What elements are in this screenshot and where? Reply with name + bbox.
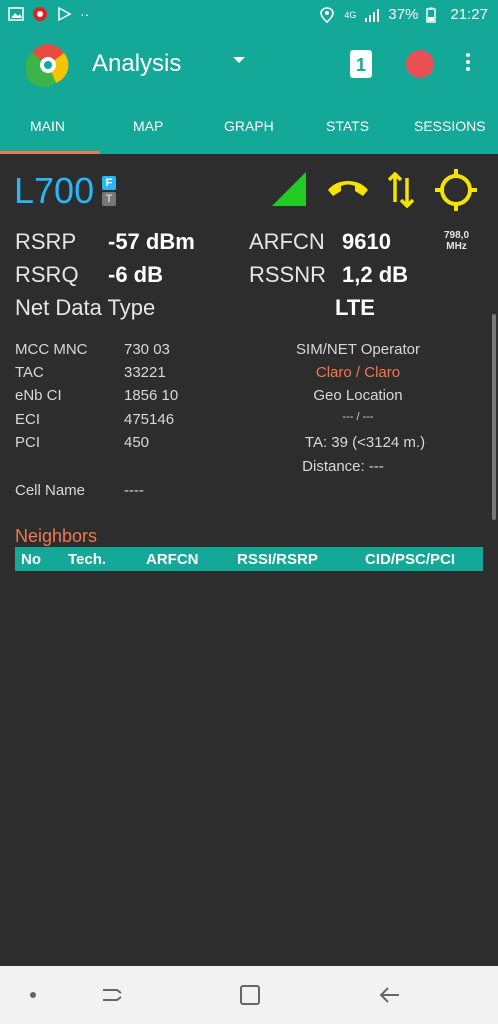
pci-value: 450 bbox=[124, 434, 150, 451]
frequency-value: 798,0 bbox=[444, 230, 470, 241]
home-icon[interactable] bbox=[235, 980, 265, 1010]
ft-badges: F T bbox=[102, 176, 116, 208]
app-logo-icon bbox=[24, 43, 70, 88]
play-store-icon bbox=[56, 6, 72, 22]
badge-f: F bbox=[102, 176, 116, 190]
locate-icon[interactable] bbox=[434, 168, 478, 217]
frequency: 798,0 MHz bbox=[444, 230, 469, 252]
rssnr-value: 1,2 dB bbox=[342, 262, 409, 287]
distance: Distance: --- bbox=[302, 458, 384, 475]
back-icon[interactable] bbox=[375, 980, 405, 1010]
eci-label: ECI bbox=[15, 411, 41, 428]
frequency-unit: MHz bbox=[446, 241, 467, 252]
mcc-mnc-value: 730 03 bbox=[124, 341, 170, 358]
tab-graph[interactable]: GRAPH bbox=[224, 118, 274, 134]
tab-map[interactable]: MAP bbox=[133, 118, 163, 134]
cell-name-label: Cell Name bbox=[15, 482, 86, 499]
geo-location-label: Geo Location bbox=[313, 387, 403, 404]
arfcn-label: ARFCN bbox=[249, 229, 325, 254]
mode-dropdown-icon[interactable] bbox=[232, 52, 246, 70]
rsrp-value: -57 dBm bbox=[108, 229, 195, 254]
column-tech: Tech. bbox=[68, 551, 107, 568]
net-data-type-value: LTE bbox=[335, 295, 375, 320]
tac-label: TAC bbox=[15, 364, 44, 381]
battery-icon bbox=[426, 7, 442, 23]
column-arfcn: ARFCN bbox=[146, 551, 199, 568]
app-bar: Analysis 1 bbox=[0, 30, 498, 100]
system-nav-bar bbox=[0, 966, 498, 1024]
mcc-mnc-label: MCC MNC bbox=[15, 341, 88, 358]
rsrp-label: RSRP bbox=[15, 229, 77, 254]
sim-selector-button[interactable]: 1 bbox=[350, 50, 372, 78]
network-type: 4G bbox=[344, 9, 357, 20]
column-cid-psc-pci: CID/PSC/PCI bbox=[365, 551, 456, 568]
pci-label: PCI bbox=[15, 434, 41, 451]
location-icon bbox=[320, 6, 336, 23]
status-bar: ·· 4G 37% 21:27 bbox=[0, 0, 498, 30]
clock: 21:27 bbox=[450, 6, 488, 23]
data-transfer-icon bbox=[386, 171, 416, 213]
badge-t: T bbox=[102, 192, 116, 206]
app-title: Analysis bbox=[92, 50, 182, 77]
column-rssi-rsrp: RSSI/RSRP bbox=[237, 551, 318, 568]
record-button[interactable] bbox=[406, 50, 434, 78]
more-notifications-icon: ·· bbox=[80, 6, 90, 22]
nav-dot-icon[interactable] bbox=[18, 980, 48, 1010]
tab-stats[interactable]: STATS bbox=[326, 118, 369, 134]
enb-ci-value: 1856 10 bbox=[124, 387, 179, 404]
signal-icon bbox=[364, 7, 380, 23]
rsrq-value: -6 dB bbox=[108, 262, 163, 287]
tab-bar: MAIN MAP GRAPH STATS SESSIONS bbox=[0, 100, 498, 154]
column-no: No bbox=[21, 551, 41, 568]
arfcn-value: 9610 bbox=[342, 229, 391, 254]
scrollbar[interactable] bbox=[492, 314, 496, 520]
neighbors-title: Neighbors bbox=[15, 526, 98, 546]
neighbors-table-header: No Tech. ARFCN RSSI/RSRP CID/PSC/PCI bbox=[15, 547, 483, 571]
net-data-type-label: Net Data Type bbox=[15, 295, 156, 320]
timing-advance: TA: 39 (<3124 m.) bbox=[304, 434, 426, 451]
technology-band: L700 bbox=[14, 170, 95, 211]
rsrq-label: RSRQ bbox=[15, 262, 79, 287]
rssnr-label: RSSNR bbox=[249, 262, 327, 287]
overflow-menu-icon[interactable] bbox=[464, 50, 472, 78]
tac-value: 33221 bbox=[124, 364, 166, 381]
eci-value: 475146 bbox=[124, 411, 175, 428]
operator-value: Claro / Claro bbox=[315, 364, 401, 381]
tab-main[interactable]: MAIN bbox=[30, 118, 65, 134]
recent-apps-icon[interactable] bbox=[97, 980, 127, 1010]
gallery-icon bbox=[8, 6, 24, 22]
call-icon[interactable] bbox=[325, 176, 371, 207]
app-notification-icon bbox=[32, 6, 48, 22]
tab-indicator bbox=[0, 151, 100, 154]
battery-percent: 37% bbox=[388, 6, 419, 23]
enb-ci-label: eNb CI bbox=[15, 387, 62, 404]
signal-strength-icon bbox=[270, 170, 308, 213]
geo-location-value: --- / --- bbox=[342, 411, 374, 423]
sim-net-operator-label: SIM/NET Operator bbox=[296, 341, 420, 358]
cell-name-value: ---- bbox=[124, 482, 144, 499]
tab-sessions[interactable]: SESSIONS bbox=[414, 118, 486, 134]
